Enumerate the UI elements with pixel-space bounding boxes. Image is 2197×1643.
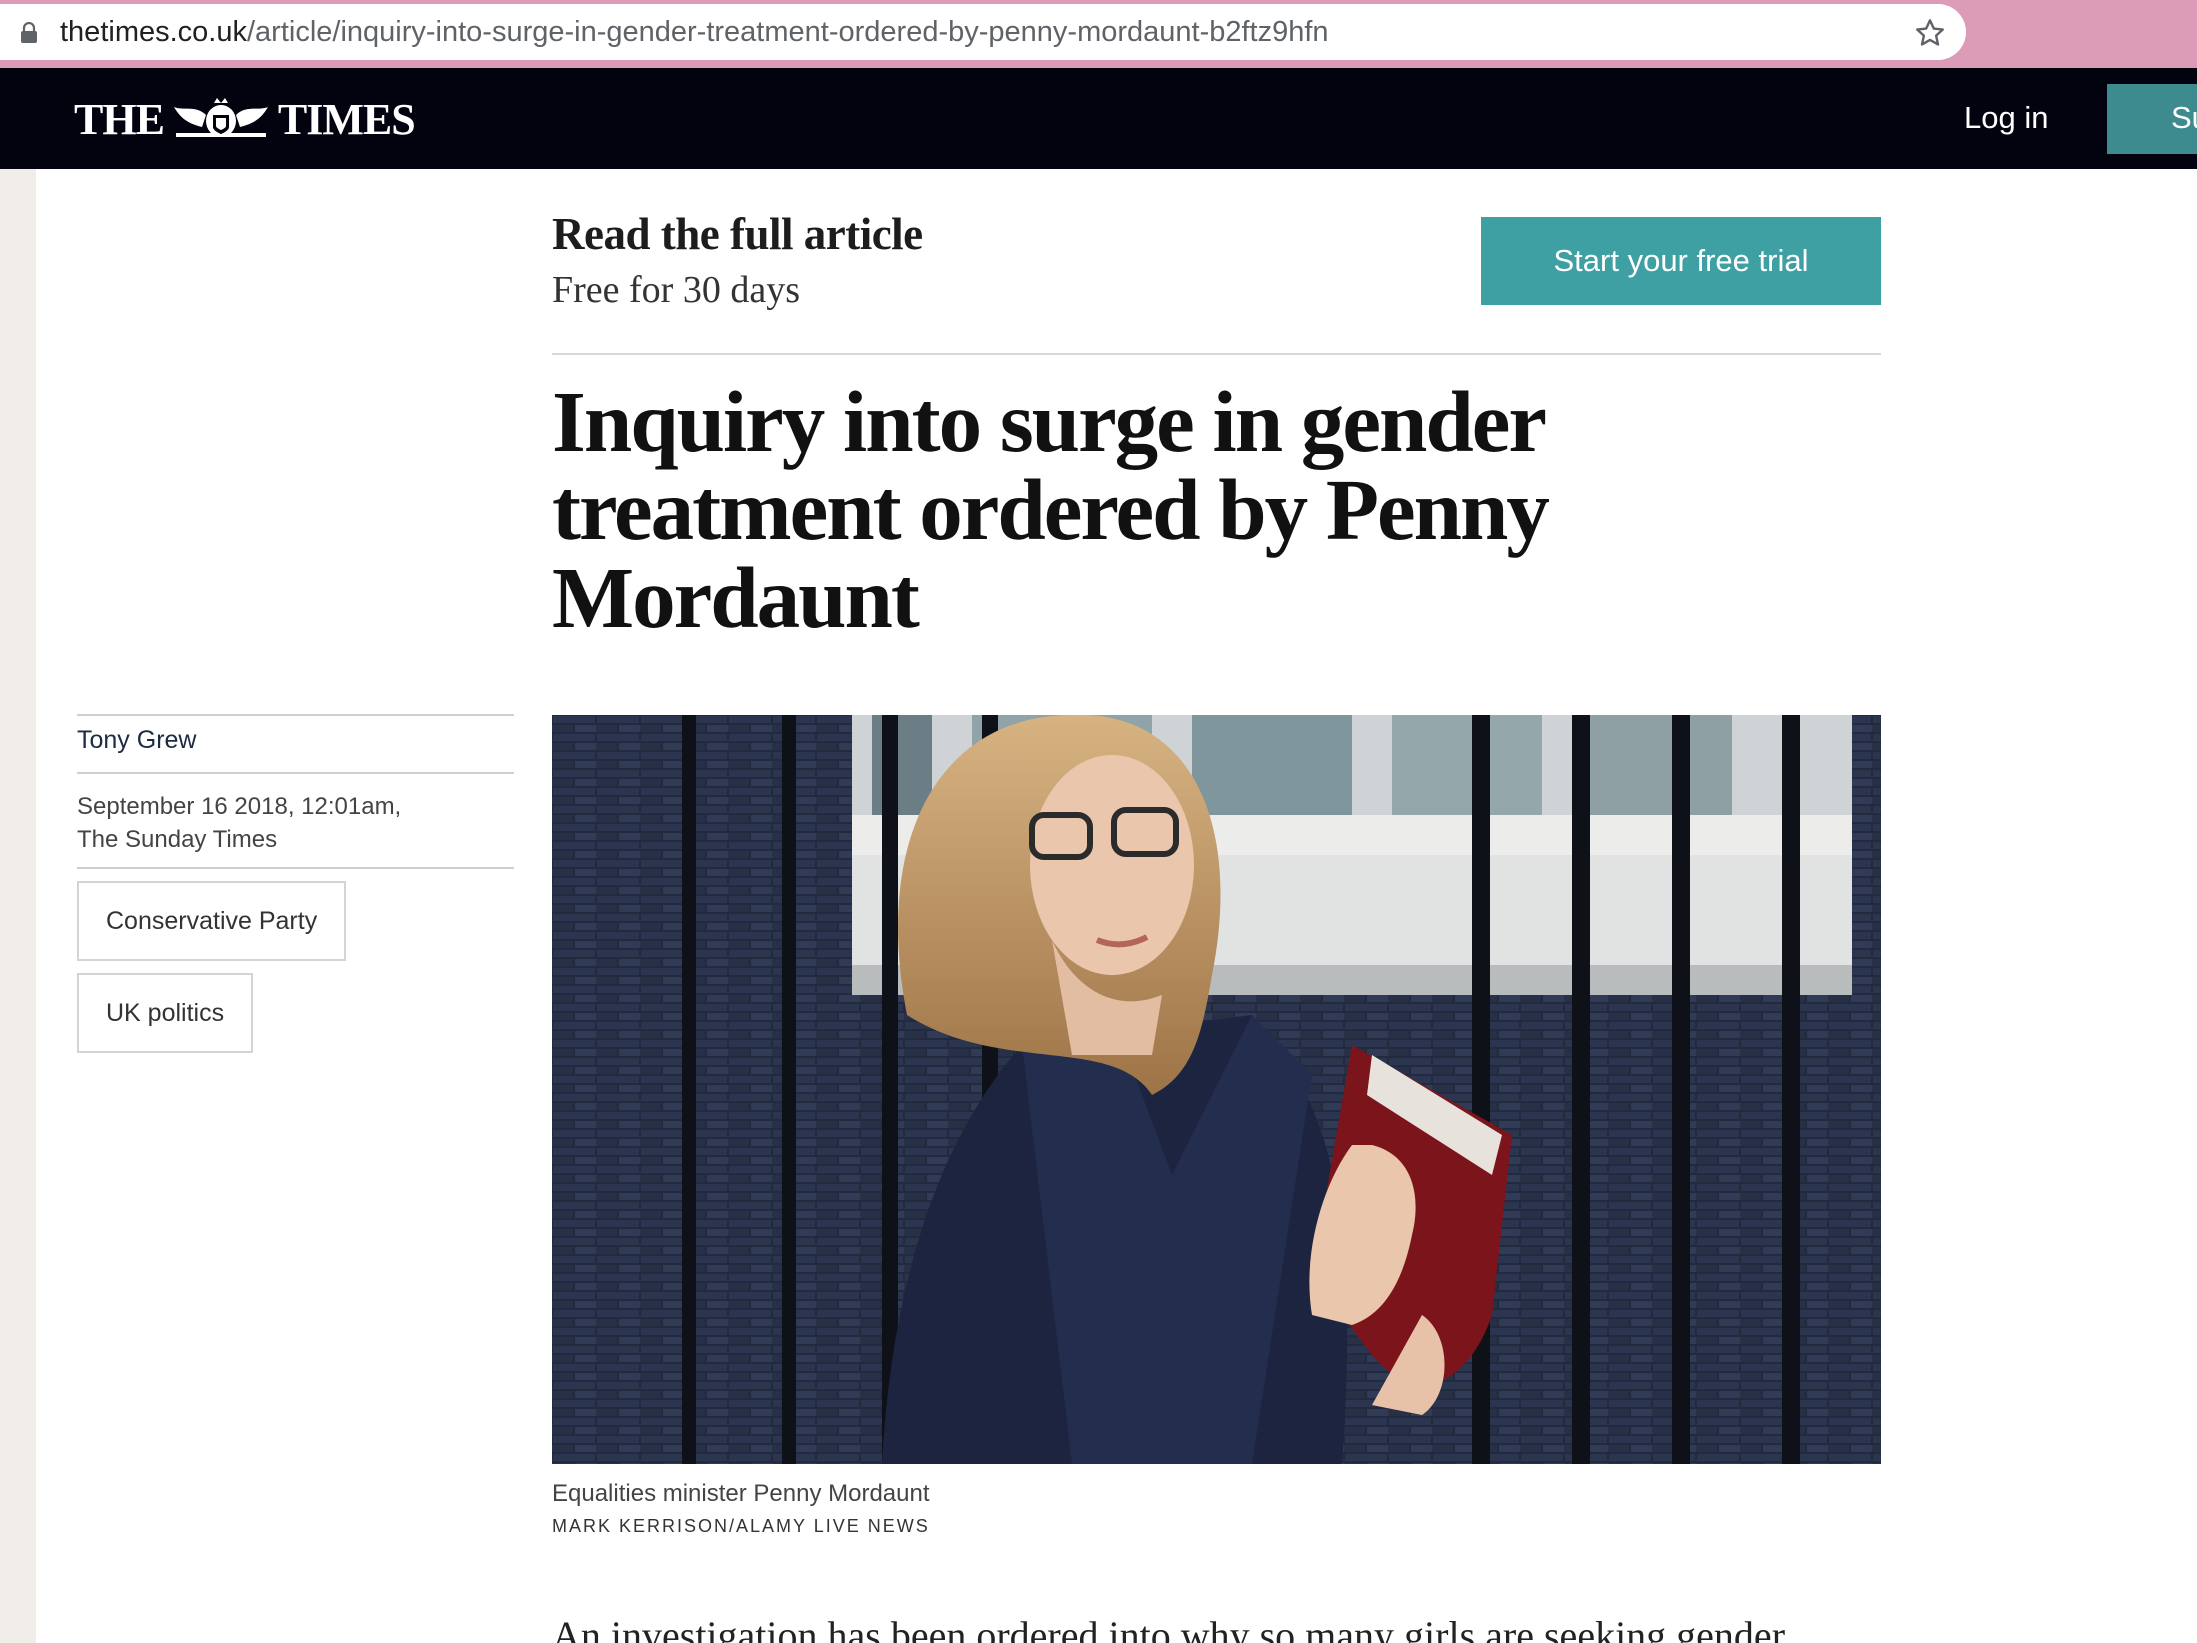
tag-conservative-party[interactable]: Conservative Party xyxy=(77,881,347,961)
article-hero-image xyxy=(552,715,1881,1464)
address-bar[interactable]: thetimes.co.uk/article/inquiry-into-surg… xyxy=(0,4,1966,60)
article-body-first-line: An investigation has been ordered into w… xyxy=(552,1613,1786,1643)
divider xyxy=(77,867,514,869)
url-text[interactable]: thetimes.co.uk/article/inquiry-into-surg… xyxy=(60,16,1329,48)
hero-photo xyxy=(552,715,1881,1464)
start-free-trial-button[interactable]: Start your free trial xyxy=(1481,217,1881,305)
subscribe-button[interactable]: Su xyxy=(2107,84,2197,154)
author-link[interactable]: Tony Grew xyxy=(77,726,196,755)
url-path: /article/inquiry-into-surge-in-gender-tr… xyxy=(246,16,1329,48)
divider xyxy=(77,714,514,716)
publication-name: The Sunday Times xyxy=(77,826,278,853)
logo-text-right: TIMES xyxy=(277,94,416,144)
page-gutter xyxy=(0,169,36,1643)
dateline: September 16 2018, 12:01am, The Sunday T… xyxy=(77,790,401,856)
article-headline: Inquiry into surge in gender treatment o… xyxy=(552,373,1550,646)
lock-icon xyxy=(21,22,37,43)
promo-title: Read the full article xyxy=(552,209,923,259)
publish-date: September 16 2018, 12:01am, xyxy=(77,793,402,820)
divider xyxy=(552,353,1881,355)
star-icon[interactable] xyxy=(1914,17,1946,49)
logo-text-left: THE xyxy=(74,94,165,144)
crest-icon xyxy=(173,98,268,137)
image-credit: MARK KERRISON/ALAMY LIVE NEWS xyxy=(552,1516,930,1536)
site-masthead: THE TIMES Log in Su xyxy=(0,68,2197,169)
login-link[interactable]: Log in xyxy=(1964,100,2048,136)
browser-chrome: thetimes.co.uk/article/inquiry-into-surg… xyxy=(0,0,2197,68)
promo-subtitle: Free for 30 days xyxy=(552,269,800,311)
the-times-logo[interactable]: THE TIMES xyxy=(74,92,416,146)
url-host: thetimes.co.uk xyxy=(60,16,247,48)
image-caption: Equalities minister Penny Mordaunt xyxy=(552,1480,930,1507)
tag-uk-politics[interactable]: UK politics xyxy=(77,973,254,1053)
divider xyxy=(77,772,514,774)
